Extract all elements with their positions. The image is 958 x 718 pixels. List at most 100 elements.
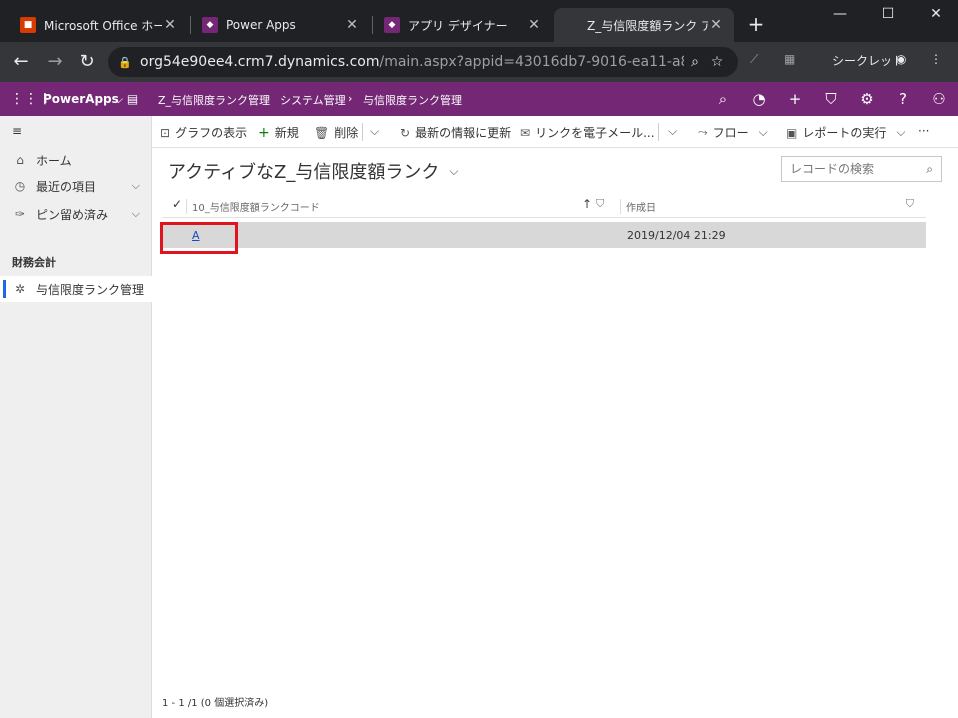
microsoft-icon — [564, 18, 579, 33]
breadcrumb-entity[interactable]: Z_与信限度ランク管理 — [158, 92, 270, 108]
button-label: 削除 — [334, 126, 359, 140]
grid-header: ✓ 10_与信限度額ランクコード ↑ ⛉ 作成日 ⛉ — [162, 194, 926, 218]
refresh-button[interactable]: ↻ 最新の情報に更新 — [400, 124, 511, 141]
browser-tab-strip: ■ Microsoft Office ホーム ✕ ◆ Power Apps ✕ … — [0, 0, 958, 42]
view-selector[interactable]: アクティブなZ_与信限度額ランク ⌵ — [168, 158, 458, 184]
table-row[interactable]: A 2019/12/04 21:29 — [162, 222, 926, 248]
tab-app-designer[interactable]: ◆ アプリ デザイナー ✕ — [374, 8, 552, 42]
back-icon[interactable]: ← — [10, 51, 32, 73]
minimize-icon[interactable]: — — [828, 6, 852, 26]
tab-credit-rank[interactable]: Z_与信限度額ランク アク ✕ — [554, 8, 734, 42]
delete-button[interactable]: 🗑 削除 — [314, 124, 358, 141]
gear-icon[interactable]: ⚙ — [858, 90, 876, 108]
chevron-down-icon[interactable]: ⌵ — [132, 179, 140, 193]
tab-title: Microsoft Office ホーム — [44, 18, 162, 33]
close-icon[interactable]: ✕ — [344, 17, 360, 33]
close-icon[interactable]: ✕ — [526, 17, 542, 33]
extension-icon[interactable]: ▦ — [784, 52, 795, 66]
sidebar-item-home[interactable]: ⌂ ホーム — [0, 147, 152, 173]
sidebar-item-label: ピン留め済み — [36, 207, 109, 222]
browser-toolbar: ← → ↻ 🔒 org54e90ee4.crm7.dynamics.com/ma… — [0, 42, 958, 82]
sidebar-group-title: 財務会計 — [12, 256, 56, 269]
maximize-icon[interactable]: ☐ — [876, 6, 900, 26]
address-bar[interactable]: 🔒 org54e90ee4.crm7.dynamics.com/main.asp… — [108, 47, 738, 77]
email-link-button[interactable]: ✉ リンクを電子メール... — [520, 124, 655, 141]
close-icon[interactable]: ✕ — [162, 17, 178, 33]
flow-icon: ⤳ — [698, 125, 708, 139]
filter-icon[interactable]: ⛉ — [596, 197, 604, 211]
hamburger-icon[interactable]: ≡ — [0, 118, 152, 144]
more-delete-chevron[interactable]: ⌵ — [370, 124, 384, 139]
office-icon: ■ — [20, 17, 36, 33]
tab-power-apps[interactable]: ◆ Power Apps ✕ — [192, 8, 370, 42]
flow-button[interactable]: ⤳ フロー ⌵ — [698, 124, 773, 141]
run-report-button[interactable]: ▣ レポートの実行 ⌵ — [786, 124, 910, 141]
column-header-created[interactable]: 作成日 — [620, 199, 656, 214]
close-icon[interactable]: ✕ — [708, 17, 724, 33]
more-email-chevron[interactable]: ⌵ — [668, 124, 682, 139]
pin-icon: ✑ — [14, 207, 26, 221]
divider — [362, 123, 363, 141]
tab-title: アプリ デザイナー — [408, 18, 508, 33]
incognito-label: シークレット — [832, 54, 905, 68]
help-icon[interactable]: ? — [894, 90, 912, 108]
url-text[interactable]: org54e90ee4.crm7.dynamics.com/main.aspx?… — [140, 54, 684, 70]
search-icon[interactable]: ⌕ — [926, 162, 933, 177]
zoom-icon[interactable]: ⌕ — [684, 54, 706, 70]
search-icon[interactable]: ⌕ — [714, 90, 732, 108]
show-chart-button[interactable]: ⊡ グラフの表示 — [160, 124, 247, 141]
app-header: ⋮⋮⋮ PowerApps ⌵ ▤ Z_与信限度ランク管理 システム管理 › 与… — [0, 82, 958, 116]
tab-office[interactable]: ■ Microsoft Office ホーム ✕ — [10, 8, 188, 42]
reload-icon[interactable]: ↻ — [76, 51, 98, 73]
tab-title: Z_与信限度額ランク アク — [587, 18, 708, 33]
star-icon[interactable]: ☆ — [706, 54, 728, 70]
new-button[interactable]: + 新規 — [258, 124, 299, 141]
highlight-annotation — [160, 222, 238, 254]
refresh-icon: ↻ — [400, 125, 411, 140]
breadcrumb-area[interactable]: システム管理 — [280, 92, 346, 108]
puzzle-icon: ✲ — [14, 282, 26, 296]
chevron-down-icon: ⌵ — [449, 163, 459, 178]
breadcrumb-page[interactable]: 与信限度ランク管理 — [363, 92, 462, 108]
app-name[interactable]: PowerApps — [43, 92, 119, 106]
record-count-status: 1 - 1 /1 (0 個選択済み) — [162, 698, 269, 709]
url-path: /main.aspx?appid=43016db7-9016-ea11-a811… — [379, 54, 684, 70]
plus-icon[interactable]: + — [786, 90, 804, 108]
select-all-checkbox[interactable]: ✓ — [172, 197, 182, 211]
filter-icon[interactable]: ⛉ — [906, 197, 914, 211]
search-input[interactable] — [790, 162, 927, 176]
sidebar-item-credit-rank[interactable]: ✲ 与信限度ランク管理 — [0, 276, 152, 302]
powerapps-icon: ◆ — [202, 17, 218, 33]
button-label: グラフの表示 — [175, 126, 248, 140]
sidebar-item-label: 与信限度ランク管理 — [36, 282, 145, 297]
waffle-icon[interactable]: ⋮⋮⋮ — [10, 91, 52, 107]
lock-icon: 🔒 — [118, 55, 132, 69]
chevron-down-icon[interactable]: ⌵ — [132, 207, 140, 221]
forward-icon[interactable]: → — [44, 51, 66, 73]
incognito-icon[interactable]: ◉ — [896, 52, 906, 66]
sidebar-item-recent[interactable]: ◷ 最近の項目 ⌵ — [0, 173, 152, 199]
close-window-icon[interactable]: ✕ — [924, 6, 948, 26]
created-on-cell: 2019/12/04 21:29 — [627, 229, 726, 242]
chevron-down-icon: ⌵ — [668, 124, 678, 138]
user-icon[interactable]: ⚇ — [930, 90, 948, 108]
more-commands-icon[interactable]: ··· — [918, 124, 929, 138]
sort-ascending-icon[interactable]: ↑ — [582, 197, 592, 211]
url-host: org54e90ee4.crm7.dynamics.com — [140, 54, 380, 70]
menu-icon[interactable]: ⋮ — [930, 52, 942, 66]
chevron-down-icon: ⌵ — [896, 125, 906, 139]
tab-separator — [372, 16, 373, 34]
app-switcher-icon[interactable]: ⌵ ▤ — [114, 92, 138, 107]
home-icon: ⌂ — [16, 153, 24, 167]
sidebar-item-label: ホーム — [36, 153, 72, 168]
button-label: フロー — [712, 126, 749, 140]
column-header-code[interactable]: 10_与信限度額ランクコード — [186, 199, 320, 214]
sidebar-item-pinned[interactable]: ✑ ピン留め済み ⌵ — [0, 201, 152, 227]
extension-icon[interactable]: ⟋ — [750, 52, 758, 67]
chart-icon: ⊡ — [160, 125, 171, 140]
task-icon[interactable]: ◔ — [750, 90, 768, 108]
record-search[interactable]: ⌕ — [781, 156, 942, 182]
button-label: リンクを電子メール... — [535, 126, 655, 140]
new-tab-button[interactable]: + — [746, 14, 766, 36]
filter-icon[interactable]: ⛉ — [822, 90, 840, 108]
